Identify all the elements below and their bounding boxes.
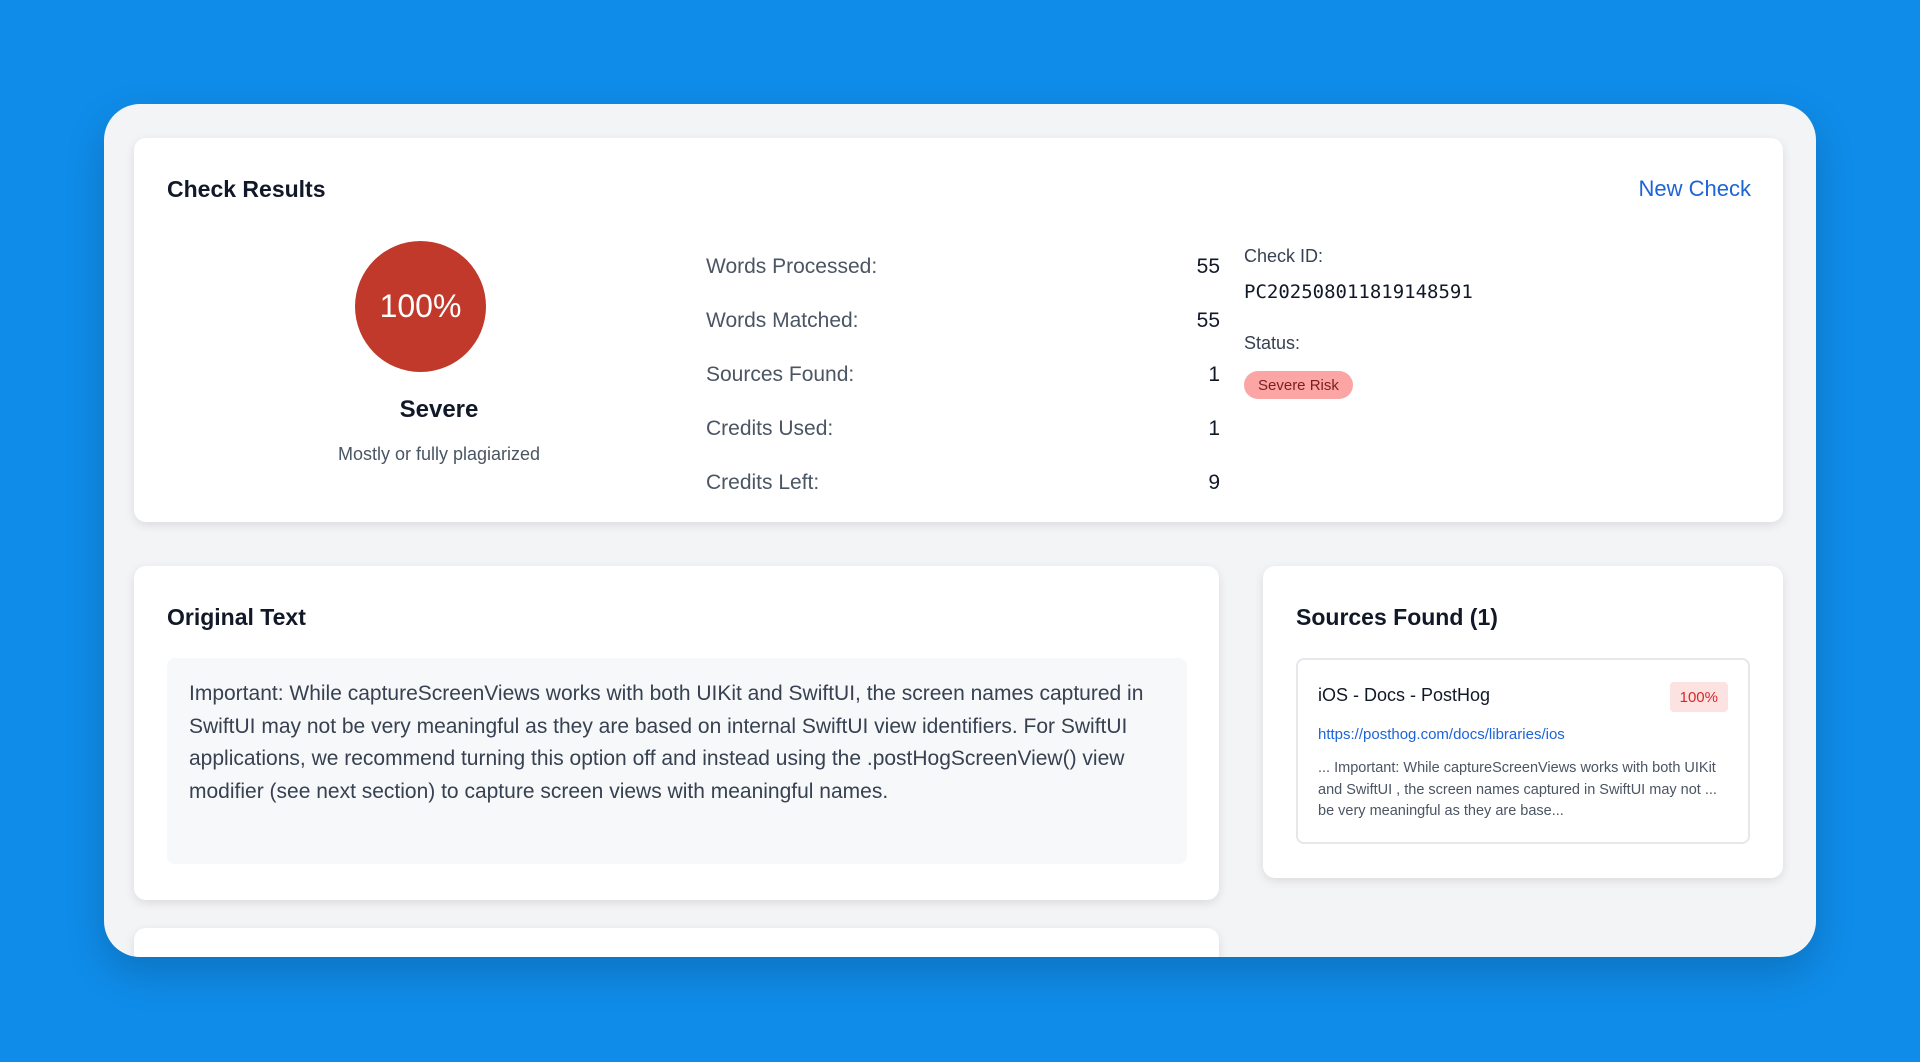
stat-value: 9 xyxy=(1208,471,1220,494)
sources-title: Sources Found (1) xyxy=(1296,604,1498,630)
stat-label: Sources Found: xyxy=(706,363,855,386)
source-match-badge: 100% xyxy=(1669,682,1728,712)
app-window: Check Results New Check 100% Severe Most… xyxy=(104,104,1816,957)
source-url-link[interactable]: https://posthog.com/docs/libraries/ios xyxy=(1318,726,1565,743)
check-results-title: Check Results xyxy=(167,176,326,202)
next-card xyxy=(134,928,1219,957)
stat-label: Credits Used: xyxy=(706,417,834,440)
score-value: 100% xyxy=(379,288,462,324)
source-title: iOS - Docs - PostHog xyxy=(1318,685,1491,705)
stat-row-credits-used: Credits Used: 1 xyxy=(706,402,1220,456)
sources-card: Sources Found (1) iOS - Docs - PostHog 1… xyxy=(1263,566,1783,878)
status-label: Status: xyxy=(1244,333,1301,353)
stat-label: Credits Left: xyxy=(706,471,820,494)
check-results-card: Check Results New Check 100% Severe Most… xyxy=(134,138,1783,522)
source-item[interactable]: iOS - Docs - PostHog 100% https://postho… xyxy=(1296,658,1750,844)
severity-label: Severe xyxy=(399,396,479,423)
severity-description: Mostly or fully plagiarized xyxy=(337,444,541,464)
stat-row-words-matched: Words Matched: 55 xyxy=(706,294,1220,348)
check-id-label: Check ID: xyxy=(1244,246,1324,266)
stat-row-words-processed: Words Processed: 55 xyxy=(706,240,1220,294)
score-circle: 100% xyxy=(355,241,486,372)
stat-value: 55 xyxy=(1196,309,1220,332)
status-badge: Severe Risk xyxy=(1244,371,1353,399)
original-text-content: Important: While captureScreenViews work… xyxy=(167,658,1187,864)
stat-row-credits-left: Credits Left: 9 xyxy=(706,456,1220,510)
stats-list: Words Processed: 55 Words Matched: 55 So… xyxy=(706,240,1220,510)
source-snippet: ... Important: While captureScreenViews … xyxy=(1318,760,1717,819)
original-text-card: Original Text Important: While captureSc… xyxy=(134,566,1219,900)
stat-row-sources-found: Sources Found: 1 xyxy=(706,348,1220,402)
new-check-link[interactable]: New Check xyxy=(1639,176,1751,202)
original-text-title: Original Text xyxy=(167,604,306,630)
stat-value: 55 xyxy=(1196,255,1220,278)
stat-value: 1 xyxy=(1208,417,1220,440)
stat-label: Words Processed: xyxy=(706,255,878,278)
check-id-value: PC202508011819148591 xyxy=(1244,281,1473,303)
stat-label: Words Matched: xyxy=(706,309,859,332)
stat-value: 1 xyxy=(1208,363,1220,386)
